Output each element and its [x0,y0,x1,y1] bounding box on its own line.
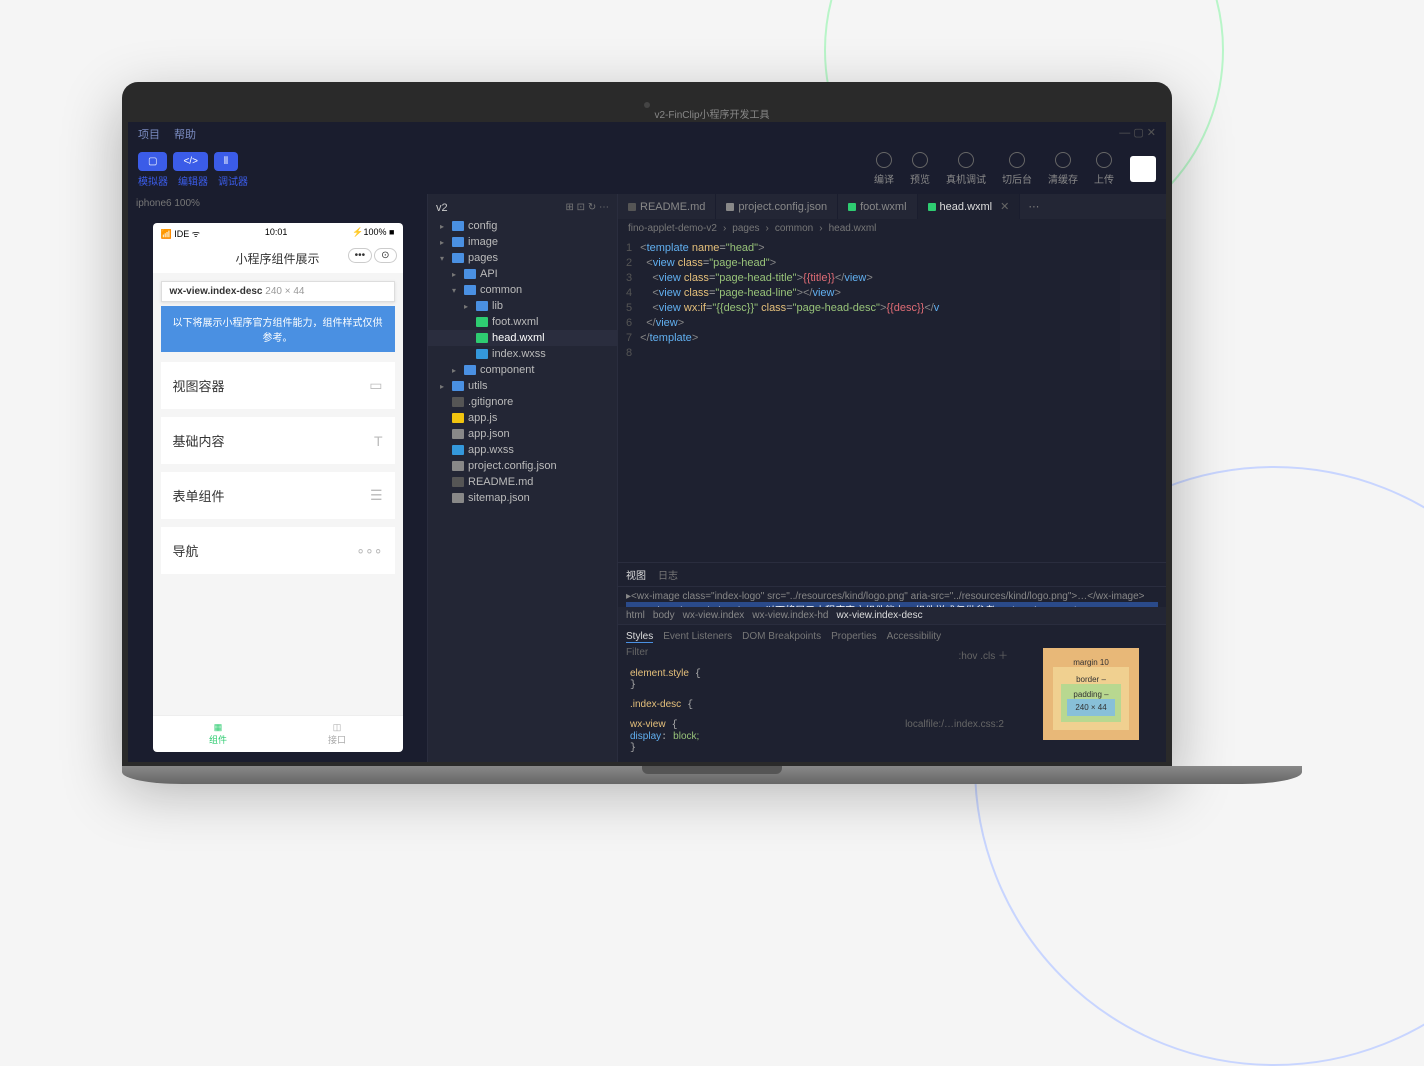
device-label[interactable]: iphone6 100% [128,194,427,213]
list-item[interactable]: 基础内容T [161,417,395,464]
window-title: v2-FinClip小程序开发工具 [652,104,771,123]
tab-simulator[interactable]: ▢ [138,152,167,171]
tab-editor-label: 编辑器 [178,173,208,188]
action-真机调试[interactable]: 真机调试 [946,152,986,186]
list-item[interactable]: 导航∘∘∘ [161,527,395,574]
tree-node[interactable]: ▸config [428,218,617,234]
tabs-more[interactable]: ⋯ [1020,194,1047,219]
tree-node[interactable]: ▸API [428,266,617,282]
styles-tab[interactable]: Styles [626,631,653,643]
dom-inspector[interactable]: ▸<wx-image class="index-logo" src="../re… [618,587,1166,607]
tree-node[interactable]: app.wxss [428,442,617,458]
tree-node[interactable]: sitemap.json [428,490,617,506]
tree-node[interactable]: index.wxss [428,346,617,362]
editor-tab[interactable]: project.config.json [716,194,838,219]
action-清缓存[interactable]: 清缓存 [1048,152,1078,186]
box-model: margin 10 border – padding – 240 × 44 [1016,625,1166,762]
menu-project[interactable]: 项目 [138,126,160,142]
status-time: 10:01 [265,227,288,240]
styles-tab[interactable]: Properties [831,631,877,643]
tree-node[interactable]: ▸component [428,362,617,378]
page-title: 小程序组件展示 [235,252,319,266]
styles-tab[interactable]: DOM Breakpoints [742,631,821,643]
editor-panel: README.mdproject.config.jsonfoot.wxmlhea… [618,194,1166,762]
tab-debugger[interactable]: ⫴ [214,152,238,171]
dom-breadcrumbs[interactable]: htmlbodywx-view.indexwx-view.index-hdwx-… [618,607,1166,624]
action-切后台[interactable]: 切后台 [1002,152,1032,186]
tree-node[interactable]: .gitignore [428,394,617,410]
capsule-close[interactable]: ⊙ [374,248,396,263]
nav-api[interactable]: ◫接口 [278,722,397,746]
file-explorer: v2 ⊞ ⊡ ↻ ⋯ ▸config▸image▾pages▸API▾commo… [428,194,618,762]
styles-hov-cls[interactable]: :hov .cls ＋ [959,647,1008,662]
editor-tab[interactable]: head.wxml✕ [918,194,1021,219]
inspect-tooltip: wx-view.index-desc 240 × 44 [161,281,395,302]
menu-help[interactable]: 帮助 [174,126,196,142]
simulator-panel: iphone6 100% 📶 IDE ᯤ 10:01 ⚡100% ■ 小程序组件… [128,194,428,762]
tree-node[interactable]: ▸utils [428,378,617,394]
explorer-actions[interactable]: ⊞ ⊡ ↻ ⋯ [566,202,609,214]
list-item[interactable]: 视图容器▭ [161,362,395,409]
code-area[interactable]: <template name="head"> <view class="page… [640,238,1166,562]
tree-node[interactable]: head.wxml [428,330,617,346]
tree-node[interactable]: ▸lib [428,298,617,314]
devtools-panel: 视图 日志 ▸<wx-image class="index-logo" src=… [618,562,1166,762]
avatar[interactable] [1130,156,1156,182]
styles-tab[interactable]: Accessibility [887,631,941,643]
tree-node[interactable]: app.js [428,410,617,426]
devtools-tab-console[interactable]: 日志 [658,567,678,582]
styles-tab[interactable]: Event Listeners [663,631,732,643]
tree-node[interactable]: project.config.json [428,458,617,474]
action-预览[interactable]: 预览 [910,152,930,186]
window-controls[interactable]: — ▢ ✕ [1119,126,1156,142]
css-rule[interactable]: element.style { } [622,664,1012,695]
highlighted-element[interactable]: 以下将展示小程序官方组件能力，组件样式仅供参考。 [161,306,395,352]
list-item[interactable]: 表单组件☰ [161,472,395,519]
tab-editor[interactable]: </> [173,152,207,171]
phone-preview: 📶 IDE ᯤ 10:01 ⚡100% ■ 小程序组件展示 •••⊙ wx-vi… [153,223,403,752]
tab-simulator-label: 模拟器 [138,173,168,188]
toolbar: ▢ </> ⫴ 模拟器 编辑器 调试器 编译预览真机调试切后台清缓存上传 [128,146,1166,194]
menubar: 项目 帮助 — ▢ ✕ [128,122,1166,146]
action-上传[interactable]: 上传 [1094,152,1114,186]
tree-node[interactable]: ▾common [428,282,617,298]
tab-debugger-label: 调试器 [218,173,248,188]
explorer-root[interactable]: v2 [436,202,448,214]
devtools-tab-elements[interactable]: 视图 [626,567,646,582]
styles-filter[interactable]: Filter [626,647,648,662]
minimap[interactable] [1120,270,1160,370]
line-gutter: 12345678 [618,238,640,562]
status-battery: ⚡100% ■ [352,227,394,240]
status-carrier: 📶 IDE ᯤ [161,227,200,240]
tree-node[interactable]: README.md [428,474,617,490]
tree-node[interactable]: app.json [428,426,617,442]
tree-node[interactable]: foot.wxml [428,314,617,330]
tree-node[interactable]: ▾pages [428,250,617,266]
camera-dot [644,102,650,108]
editor-tab[interactable]: README.md [618,194,716,219]
nav-components[interactable]: ▦组件 [159,722,278,746]
css-rule[interactable]: .index-desc { </span><br> <span class="p… [622,695,1012,715]
css-rule[interactable]: wx-view { localfile:/…index.css:2 displa… [622,715,1012,758]
tree-node[interactable]: ▸image [428,234,617,250]
capsule-menu[interactable]: ••• [348,248,373,263]
ide-screen: v2-FinClip小程序开发工具 项目 帮助 — ▢ ✕ ▢ </> ⫴ 模拟… [128,122,1166,762]
breadcrumbs[interactable]: fino-applet-demo-v2 › pages › common › h… [618,219,1166,238]
action-编译[interactable]: 编译 [874,152,894,186]
editor-tab[interactable]: foot.wxml [838,194,917,219]
